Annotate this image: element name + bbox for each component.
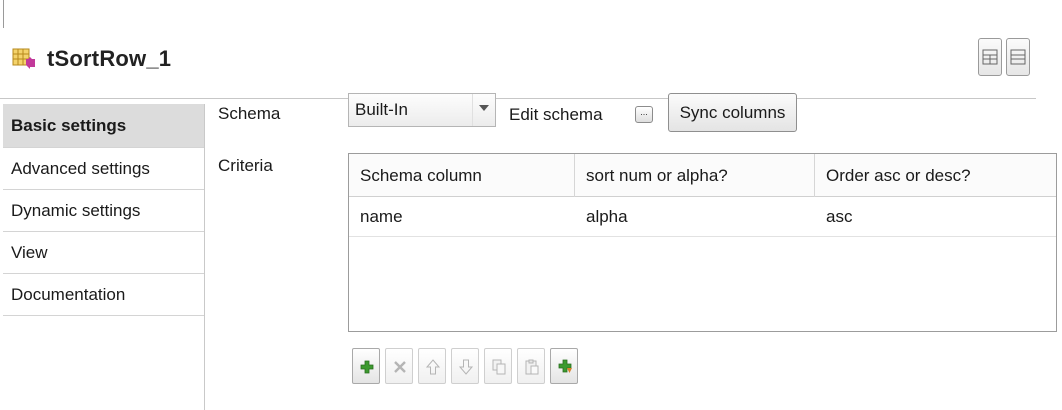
- chevron-down-icon: [472, 94, 496, 126]
- schema-label: Schema: [218, 104, 281, 123]
- table-header: Schema column sort num or alpha? Order a…: [349, 154, 1056, 197]
- move-up-button[interactable]: [418, 348, 446, 384]
- window-edge-line: [3, 0, 4, 28]
- add-icon: [360, 360, 374, 374]
- row-layout-button[interactable]: [1006, 38, 1030, 76]
- paste-button[interactable]: [517, 348, 545, 384]
- duplicate-add-icon: [558, 359, 572, 373]
- schema-dropdown-value: Built-In: [355, 100, 408, 119]
- header-divider: [0, 98, 1036, 99]
- move-down-icon: [458, 359, 474, 375]
- edit-schema-label: Edit schema: [509, 105, 603, 124]
- add-row-button[interactable]: [352, 348, 380, 384]
- copy-icon: [492, 359, 506, 375]
- delete-row-button[interactable]: [385, 348, 413, 384]
- copy-button[interactable]: [484, 348, 512, 384]
- table-row[interactable]: name alpha asc: [349, 197, 1056, 237]
- sidebar-item-basic-settings[interactable]: Basic settings: [3, 104, 204, 148]
- sidebar-item-documentation[interactable]: Documentation: [3, 274, 204, 316]
- edit-schema-button[interactable]: ...: [635, 106, 653, 123]
- paste-icon: [525, 359, 539, 375]
- column-header-sort-type[interactable]: sort num or alpha?: [575, 154, 815, 197]
- component-title: tSortRow_1: [47, 46, 172, 71]
- criteria-table: Schema column sort num or alpha? Order a…: [348, 153, 1057, 332]
- component-header: tSortRow_1: [0, 28, 1056, 104]
- cell-sort-type[interactable]: alpha: [575, 197, 815, 237]
- move-up-icon: [425, 359, 441, 375]
- column-header-schema-column[interactable]: Schema column: [349, 154, 575, 197]
- criteria-label: Criteria: [218, 156, 273, 175]
- cell-order[interactable]: asc: [815, 197, 1056, 237]
- sync-columns-button[interactable]: Sync columns: [668, 93, 797, 132]
- column-header-order[interactable]: Order asc or desc?: [815, 154, 1056, 197]
- delete-icon: [394, 361, 406, 373]
- move-down-button[interactable]: [451, 348, 479, 384]
- row-layout-icon: [1010, 49, 1026, 65]
- sidebar-item-view[interactable]: View: [3, 232, 204, 274]
- sidebar-item-dynamic-settings[interactable]: Dynamic settings: [3, 190, 204, 232]
- sidebar-item-advanced-settings[interactable]: Advanced settings: [3, 148, 204, 190]
- schema-dropdown[interactable]: Built-In: [348, 93, 496, 127]
- sort-row-component-icon: [12, 48, 36, 70]
- duplicate-add-button[interactable]: [550, 348, 578, 384]
- cell-schema-column[interactable]: name: [349, 197, 575, 237]
- settings-sidebar: Basic settings Advanced settings Dynamic…: [3, 104, 205, 410]
- grid-layout-button[interactable]: [978, 38, 1002, 76]
- grid-layout-icon: [982, 49, 998, 65]
